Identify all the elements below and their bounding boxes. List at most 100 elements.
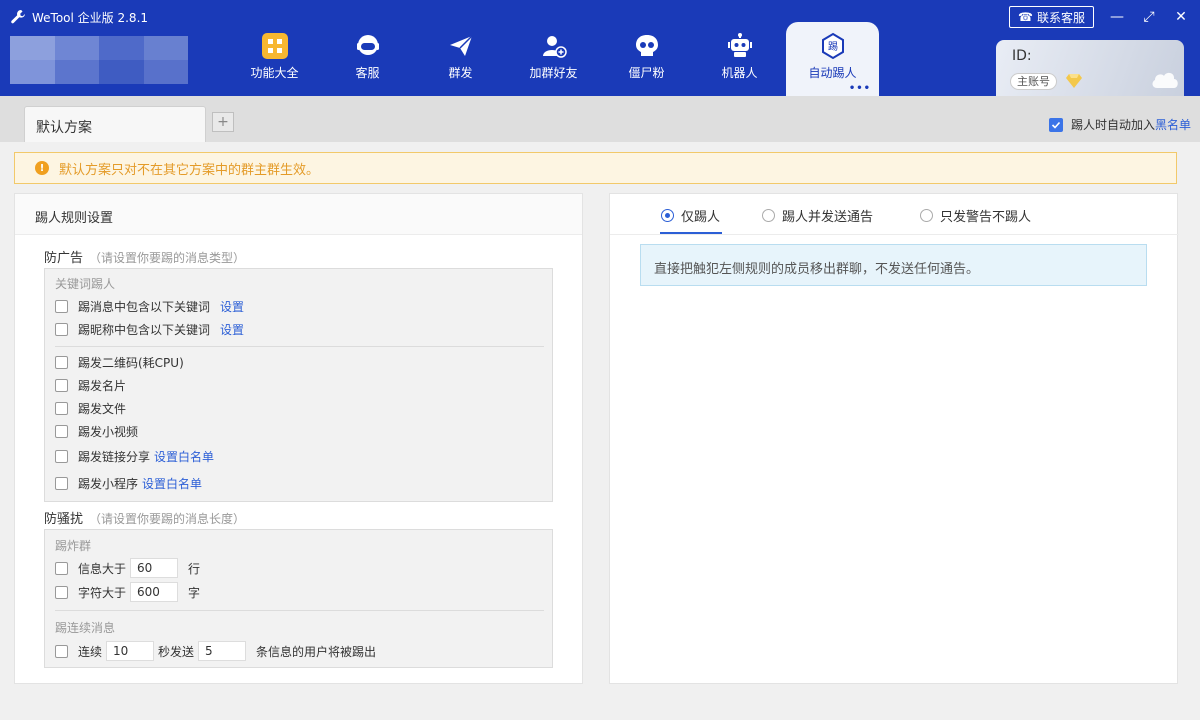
auto-blacklist-checkbox[interactable] xyxy=(1048,117,1063,132)
radio-kick-only-dot[interactable] xyxy=(661,209,674,222)
divider xyxy=(55,346,544,347)
paper-plane-icon xyxy=(447,32,475,60)
nav-label: 群发 xyxy=(448,66,473,80)
radio-kick-and-notify-label: 踢人并发送通告 xyxy=(782,210,874,225)
grid-icon xyxy=(261,32,289,60)
nav-broadcast[interactable]: 群发 xyxy=(414,22,507,96)
radio-warn-only-dot[interactable] xyxy=(920,209,933,222)
auto-blacklist-option[interactable]: 踢人时自动加入黑名单 xyxy=(1048,116,1191,133)
kick-video-label: 踢发小视频 xyxy=(78,424,139,439)
maximize-icon[interactable]: ⤢ xyxy=(1140,8,1158,26)
kick-video-checkbox[interactable] xyxy=(55,424,68,438)
anti-spam-group: 踢炸群 信息大于 60 行 字符大于 600 字 踢连续消息 连续 10 秒发送… xyxy=(44,529,553,668)
main-nav: 功能大全 客服 群发 加群好友 僵尸粉 机器人 踢 自动踢人 ••• xyxy=(228,22,879,96)
nav-service[interactable]: 客服 xyxy=(321,22,414,96)
warning-text: 默认方案只对不在其它方案中的群主群生效。 xyxy=(59,162,320,178)
link-share-whitelist-link[interactable]: 设置白名单 xyxy=(154,448,214,465)
radio-warn-only[interactable]: 只发警告不踢人 xyxy=(920,206,1031,225)
radio-kick-and-notify[interactable]: 踢人并发送通告 xyxy=(762,206,873,225)
panel-title: 踢人规则设置 xyxy=(15,194,582,235)
line-limit-unit: 行 xyxy=(188,561,201,576)
kick-qrcode-checkbox[interactable] xyxy=(55,355,68,369)
kick-video-row: 踢发小视频 xyxy=(55,422,138,440)
role-badge: 主账号 xyxy=(1010,73,1057,90)
line-limit-input[interactable]: 60 xyxy=(130,558,179,578)
action-radio-group: 仅踢人 踢人并发送通告 只发警告不踢人 xyxy=(610,194,1179,235)
kick-msg-keyword-settings-link[interactable]: 设置 xyxy=(220,298,244,315)
app-title: WeTool 企业版 2.8.1 xyxy=(10,8,148,26)
continuous-msg-row: 连续 10 秒发送 5 条信息的用户将被踢出 xyxy=(55,640,376,662)
nav-label: 加群好友 xyxy=(529,66,578,80)
robot-icon xyxy=(726,32,754,60)
continuous-count-input[interactable]: 5 xyxy=(198,641,247,661)
kick-mini-program-row: 踢发小程序 设置白名单 xyxy=(55,474,202,492)
continuous-msg-label: 连续 xyxy=(78,644,103,659)
kick-file-checkbox[interactable] xyxy=(55,401,68,415)
app-title-text: WeTool 企业版 2.8.1 xyxy=(32,10,149,25)
mini-program-whitelist-link[interactable]: 设置白名单 xyxy=(142,475,202,492)
more-dots-icon[interactable]: ••• xyxy=(849,83,871,94)
char-limit-checkbox[interactable] xyxy=(55,585,68,599)
scheme-tab-bar: 默认方案 + 踢人时自动加入黑名单 xyxy=(0,96,1200,142)
headset-icon xyxy=(354,32,382,60)
cloud-icon xyxy=(1152,72,1178,88)
radio-kick-only[interactable]: 仅踢人 xyxy=(661,206,720,225)
contact-support-button[interactable]: ☎ 联系客服 xyxy=(1009,6,1094,28)
selected-underline xyxy=(660,232,722,234)
wrench-icon xyxy=(11,10,25,24)
kick-mini-program-checkbox[interactable] xyxy=(55,476,68,490)
kick-icon: 踢 xyxy=(819,32,847,60)
kick-action-panel: 仅踢人 踢人并发送通告 只发警告不踢人 直接把触犯左侧规则的成员移出群聊，不发送… xyxy=(609,193,1179,684)
line-limit-label: 信息大于 xyxy=(78,561,127,576)
kick-msg-keyword-label: 踢消息中包含以下关键词 xyxy=(78,299,211,314)
anti-ad-title: 防广告 （请设置你要踢的消息类型） xyxy=(44,247,245,266)
nav-features[interactable]: 功能大全 xyxy=(228,22,321,96)
line-limit-checkbox[interactable] xyxy=(55,561,68,575)
kick-msg-keyword-row: 踢消息中包含以下关键词 设置 xyxy=(55,297,244,315)
char-limit-label: 字符大于 xyxy=(78,585,127,600)
nav-label: 自动踢人 xyxy=(808,66,857,80)
kick-card-checkbox[interactable] xyxy=(55,378,68,392)
warning-icon: ! xyxy=(35,161,49,175)
anti-ad-hint: （请设置你要踢的消息类型） xyxy=(89,251,246,265)
account-card[interactable]: ID: 主账号 xyxy=(996,40,1184,96)
kick-nick-keyword-checkbox[interactable] xyxy=(55,322,68,336)
kick-msg-keyword-checkbox[interactable] xyxy=(55,299,68,313)
radio-kick-only-label: 仅踢人 xyxy=(681,210,721,225)
kick-nick-keyword-row: 踢昵称中包含以下关键词 设置 xyxy=(55,320,244,338)
nav-label: 功能大全 xyxy=(250,66,299,80)
nav-label: 僵尸粉 xyxy=(628,66,665,80)
nav-zombie[interactable]: 僵尸粉 xyxy=(600,22,693,96)
nav-robot[interactable]: 机器人 xyxy=(693,22,786,96)
nav-add-friends[interactable]: 加群好友 xyxy=(507,22,600,96)
kick-nick-keyword-settings-link[interactable]: 设置 xyxy=(220,321,244,338)
action-description: 直接把触犯左侧规则的成员移出群聊，不发送任何通告。 xyxy=(640,244,1147,286)
anti-ad-group: 关键词踢人 踢消息中包含以下关键词 设置 踢昵称中包含以下关键词 设置 踢发二维… xyxy=(44,268,553,502)
kick-card-row: 踢发名片 xyxy=(55,376,126,394)
keyword-group-label: 关键词踢人 xyxy=(55,277,116,291)
blacklist-link[interactable]: 黑名单 xyxy=(1155,118,1191,132)
nav-auto-kick[interactable]: 踢 自动踢人 ••• xyxy=(786,22,879,96)
kick-link-share-checkbox[interactable] xyxy=(55,449,68,463)
kick-link-share-row: 踢发链接分享 设置白名单 xyxy=(55,447,214,465)
add-user-icon xyxy=(540,32,568,60)
skull-icon xyxy=(633,32,661,60)
headphone-icon: ☎ xyxy=(1018,10,1033,24)
continuous-seconds-input[interactable]: 10 xyxy=(106,641,155,661)
continuous-group-label: 踢连续消息 xyxy=(55,621,116,635)
tab-default-scheme[interactable]: 默认方案 xyxy=(24,106,206,142)
add-tab-button[interactable]: + xyxy=(212,112,234,132)
minimize-icon[interactable]: — xyxy=(1108,8,1126,26)
kick-card-label: 踢发名片 xyxy=(78,378,127,393)
bomb-group-label: 踢炸群 xyxy=(55,539,92,553)
char-limit-input[interactable]: 600 xyxy=(130,582,179,602)
line-limit-row: 信息大于 60 行 xyxy=(55,557,200,579)
kick-rules-panel: 踢人规则设置 防广告 （请设置你要踢的消息类型） 关键词踢人 踢消息中包含以下关键… xyxy=(14,193,583,684)
window-controls: ☎ 联系客服 — ⤢ ✕ xyxy=(1009,6,1190,28)
account-id: ID: xyxy=(1012,48,1032,64)
nav-label: 机器人 xyxy=(721,66,758,80)
kick-qrcode-row: 踢发二维码(耗CPU) xyxy=(55,353,184,371)
radio-kick-and-notify-dot[interactable] xyxy=(762,209,775,222)
continuous-msg-checkbox[interactable] xyxy=(55,644,68,658)
close-icon[interactable]: ✕ xyxy=(1172,8,1190,26)
